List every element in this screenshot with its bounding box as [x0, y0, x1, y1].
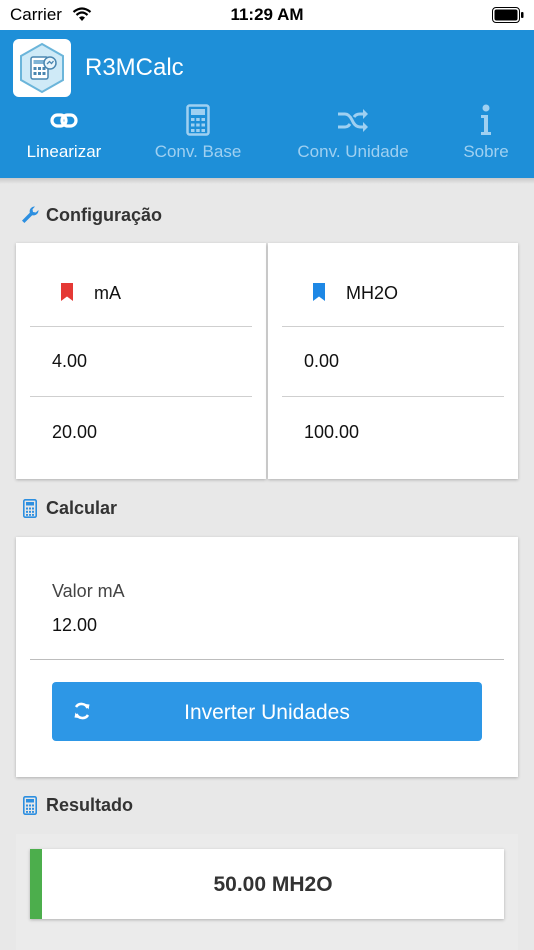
tab-label: Sobre	[463, 142, 509, 161]
target-max-input[interactable]: 100.00	[304, 422, 359, 443]
button-label: Inverter Unidades	[184, 701, 350, 724]
tab-label: Conv. Unidade	[297, 142, 409, 161]
link-icon	[10, 104, 118, 138]
bookmark-icon	[61, 283, 73, 306]
value-input[interactable]: 12.00	[52, 615, 97, 636]
config-card-source: mA 4.00 20.00	[16, 243, 266, 479]
wrench-icon	[20, 205, 40, 230]
divider	[30, 396, 252, 397]
app-title: R3MCalc	[85, 54, 184, 81]
app-logo	[13, 39, 71, 97]
status-bar: Carrier 11:29 AM	[0, 0, 534, 30]
section-label: Calcular	[46, 498, 118, 518]
calculator-icon	[20, 498, 37, 523]
config-card-target: MH2O 0.00 100.00	[268, 243, 518, 479]
calculator-icon	[20, 795, 37, 820]
tab-linearizar[interactable]: Linearizar	[10, 102, 118, 178]
input-underline	[30, 659, 504, 660]
tab-label: Conv. Base	[154, 142, 242, 161]
battery-icon	[492, 7, 524, 28]
result-box: 50.00 MH2O	[30, 849, 504, 919]
info-icon	[448, 104, 524, 138]
source-max-input[interactable]: 20.00	[52, 422, 97, 443]
header-shadow	[0, 178, 534, 184]
source-unit-label: mA	[94, 283, 121, 303]
calculator-icon	[138, 104, 258, 138]
section-label: Resultado	[46, 795, 134, 815]
tab-sobre[interactable]: Sobre	[448, 102, 524, 178]
divider	[282, 396, 504, 397]
value-field-label: Valor mA	[52, 581, 125, 601]
bookmark-icon	[313, 283, 325, 306]
clock-label: 11:29 AM	[230, 5, 304, 24]
divider	[30, 326, 252, 327]
calculator-logo-icon	[20, 42, 64, 94]
app-header: R3MCalc Linearizar Conv. Base Conv. Unid…	[0, 30, 534, 178]
source-min-input[interactable]: 4.00	[52, 351, 87, 372]
section-label: Configuração	[46, 205, 163, 225]
shuffle-icon	[282, 104, 424, 138]
result-value: 50.00 MH2O	[213, 873, 333, 896]
divider	[282, 326, 504, 327]
invert-units-button[interactable]: Inverter Unidades	[52, 682, 482, 741]
target-min-input[interactable]: 0.00	[304, 351, 339, 372]
calculate-card: Valor mA 12.00	[16, 537, 518, 777]
tab-label: Linearizar	[26, 142, 102, 161]
tab-conv-base[interactable]: Conv. Base	[138, 102, 258, 178]
tab-conv-unidade[interactable]: Conv. Unidade	[282, 102, 424, 178]
tab-bar: Linearizar Conv. Base Conv. Unidade Sobr…	[0, 102, 534, 178]
target-unit-label: MH2O	[346, 283, 399, 303]
